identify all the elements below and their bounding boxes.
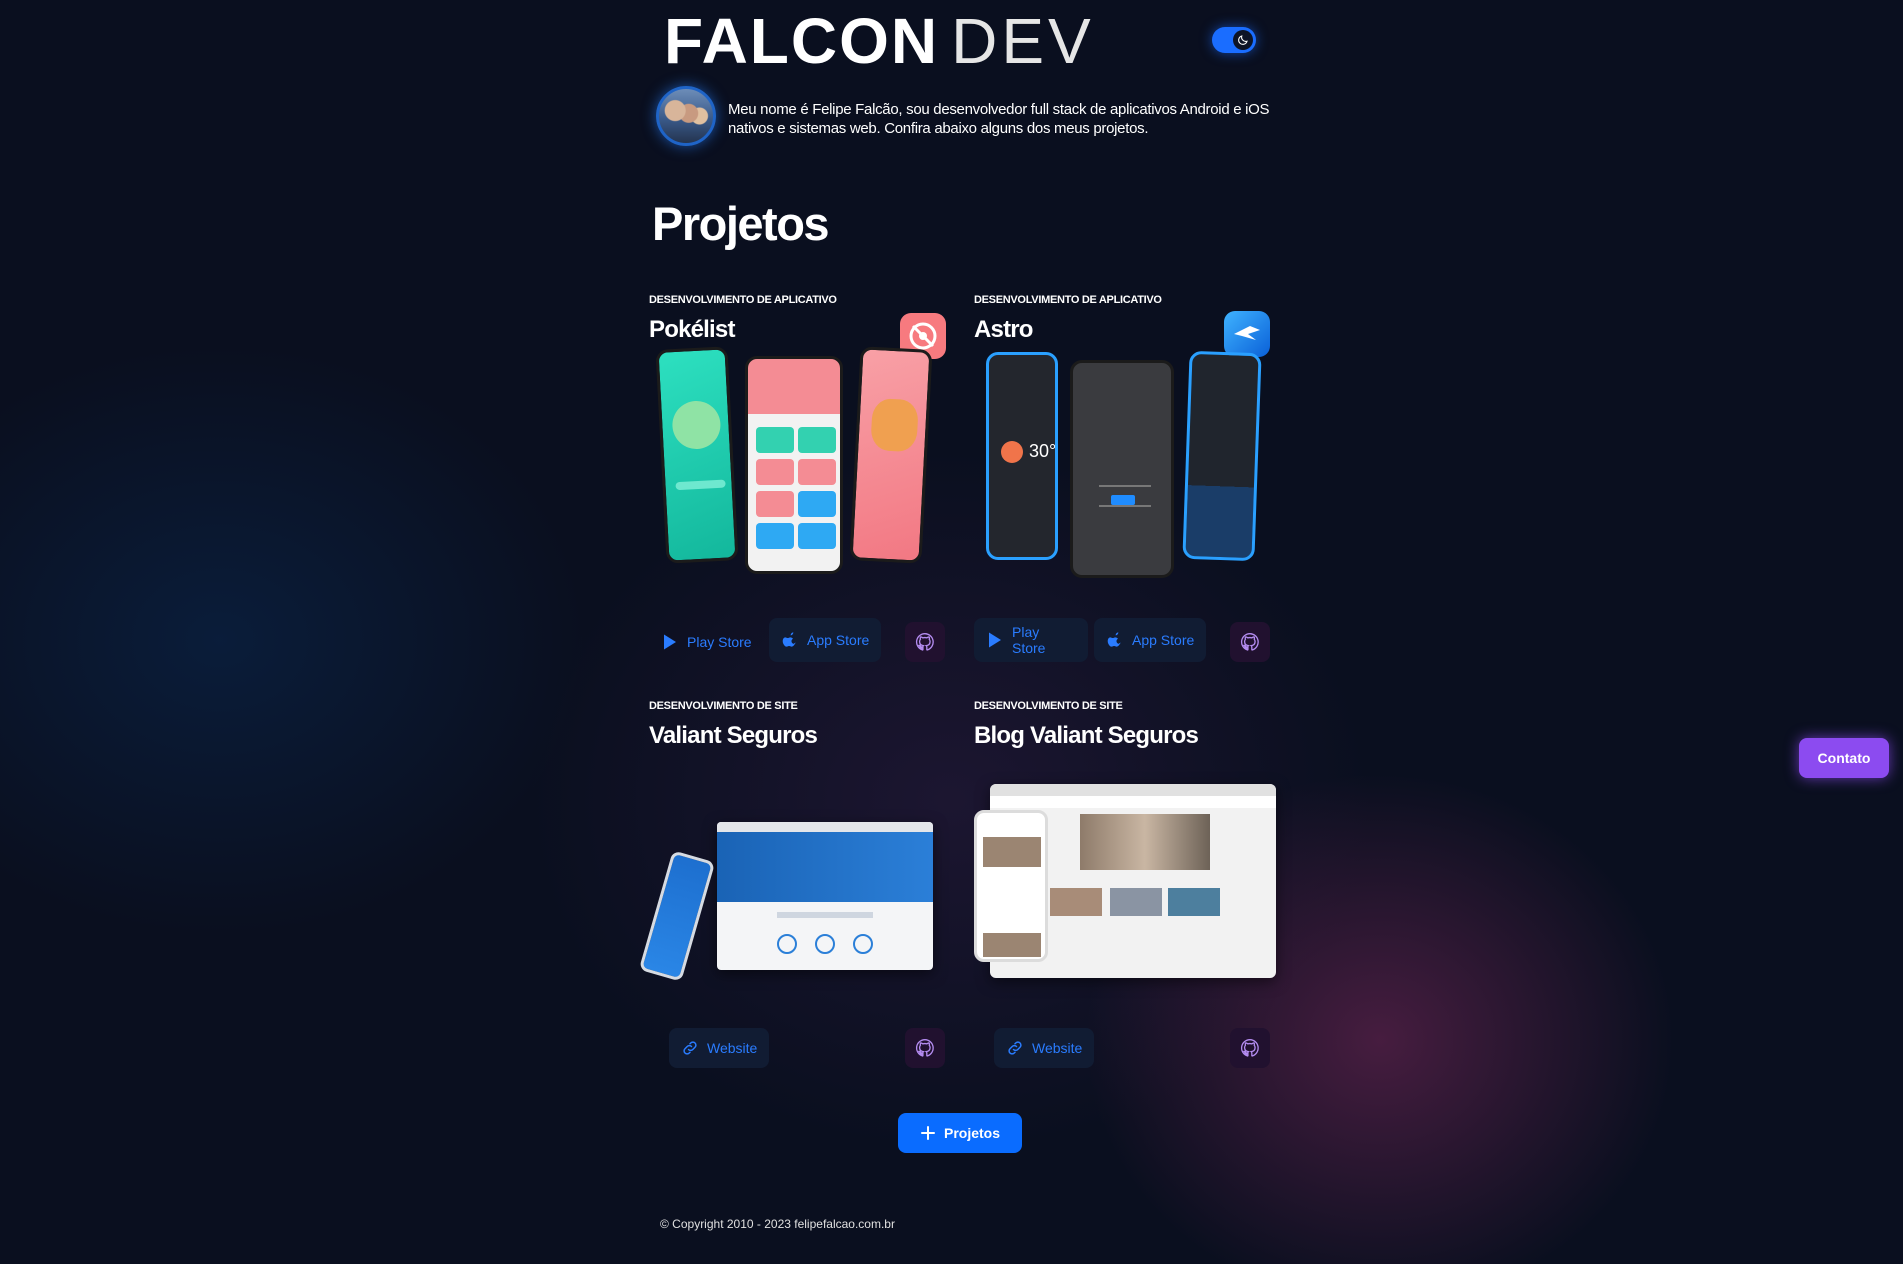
projects-heading: Projetos	[652, 197, 830, 250]
footer-copyright: © Copyright 2010 - 2023 felipefalcao.com…	[660, 1217, 895, 1231]
github-button-blog-valiant[interactable]	[1230, 1028, 1270, 1068]
project-category: DESENVOLVIMENTO DE APLICATIVO	[974, 294, 1162, 306]
astro-screenshots: 30°	[974, 350, 1274, 588]
more-projects-label: Projetos	[943, 1125, 1000, 1141]
website-label: Website	[1032, 1040, 1083, 1056]
project-category: DESENVOLVIMENTO DE SITE	[974, 700, 1123, 712]
contact-button[interactable]: Contato	[1799, 738, 1889, 778]
project-category: DESENVOLVIMENTO DE SITE	[649, 700, 798, 712]
phone-screen-charizard	[849, 346, 933, 564]
github-icon	[915, 1038, 934, 1057]
pokelist-screenshots	[649, 346, 949, 584]
phone-screen-forecast	[1182, 350, 1262, 562]
plus-icon	[920, 1126, 935, 1140]
intro-section: Meu nome é Felipe Falcão, sou desenvolve…	[656, 86, 1276, 150]
project-card-blog-valiant: DESENVOLVIMENTO DE SITE Blog Valiant Seg…	[974, 700, 1274, 750]
app-store-label: App Store	[807, 632, 870, 648]
project-title: Blog Valiant Seguros	[974, 722, 1199, 749]
github-button-astro[interactable]	[1230, 622, 1270, 662]
moon-icon	[1233, 30, 1253, 50]
website-label: Website	[707, 1040, 758, 1056]
play-store-button-pokelist[interactable]: Play Store	[649, 622, 764, 662]
play-store-button-astro[interactable]: Play Store	[974, 618, 1088, 662]
app-store-button-pokelist[interactable]: App Store	[769, 618, 882, 662]
apple-icon	[782, 632, 796, 647]
avatar	[656, 86, 716, 146]
app-store-button-astro[interactable]: App Store	[1094, 618, 1207, 662]
github-icon	[915, 632, 934, 651]
play-store-icon	[989, 632, 1001, 648]
project-category: DESENVOLVIMENTO DE APLICATIVO	[649, 294, 837, 306]
theme-toggle[interactable]	[1212, 27, 1256, 53]
phone-screen-weather: 30°	[986, 352, 1058, 560]
github-icon	[1240, 1038, 1259, 1057]
github-icon	[1240, 632, 1259, 651]
phone-screen-pokelist	[745, 356, 843, 574]
valiant-screenshots	[638, 820, 949, 982]
blog-valiant-screenshots	[974, 784, 1276, 980]
link-icon	[683, 1041, 697, 1055]
project-card-valiant: DESENVOLVIMENTO DE SITE Valiant Seguros	[649, 700, 949, 750]
app-store-label: App Store	[1132, 632, 1195, 648]
phone-screen-bulbasaur	[655, 346, 739, 564]
apple-icon	[1107, 632, 1121, 647]
website-button-blog-valiant[interactable]: Website	[994, 1028, 1095, 1068]
logo-light-text: DEV	[951, 5, 1095, 77]
project-title: Valiant Seguros	[649, 722, 818, 749]
github-button-pokelist[interactable]	[905, 622, 945, 662]
laptop-screen-valiant	[717, 822, 933, 970]
phone-screen-valiant	[638, 850, 716, 982]
link-icon	[1008, 1041, 1022, 1055]
website-button-valiant[interactable]: Website	[669, 1028, 770, 1068]
astro-app-icon	[1224, 311, 1270, 357]
site-logo[interactable]: FALCON DEV	[664, 8, 1095, 74]
more-projects-button[interactable]: Projetos	[898, 1113, 1022, 1153]
play-store-label: Play Store	[687, 634, 752, 650]
main-content: FALCON DEV Meu nome é Felipe Falcão, sou …	[638, 0, 1279, 1264]
play-store-icon	[664, 634, 676, 650]
phone-screen-blog	[974, 810, 1048, 962]
intro-text: Meu nome é Felipe Falcão, sou desenvolve…	[728, 101, 1270, 137]
github-button-valiant[interactable]	[905, 1028, 945, 1068]
play-store-label: Play Store	[1012, 624, 1046, 656]
logo-bold-text: FALCON	[664, 5, 940, 77]
phone-screen-login	[1070, 360, 1174, 578]
